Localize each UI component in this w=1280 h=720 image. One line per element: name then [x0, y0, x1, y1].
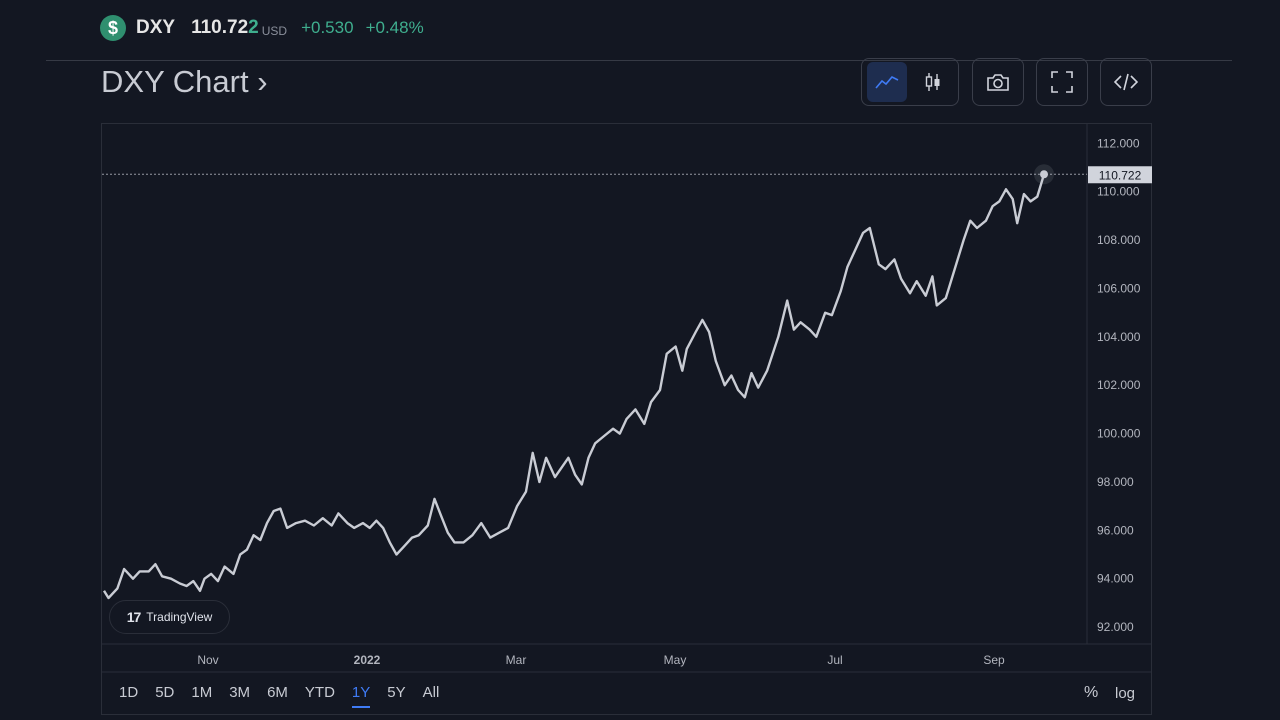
y-tick-label: 112.000 [1097, 136, 1140, 150]
range-1m[interactable]: 1M [191, 684, 212, 705]
log-scale-toggle[interactable]: log [1115, 685, 1135, 702]
y-tick-label: 106.000 [1097, 281, 1141, 295]
y-tick-label: 94.000 [1097, 572, 1134, 586]
range-5y[interactable]: 5Y [387, 684, 405, 705]
y-tick-label: 108.000 [1097, 233, 1141, 247]
range-1d[interactable]: 1D [119, 684, 138, 705]
last-point-marker [1040, 170, 1048, 179]
tradingview-label: TradingView [146, 610, 213, 624]
x-tick-label: Mar [506, 653, 527, 667]
x-tick-label: Nov [197, 653, 218, 667]
tradingview-logo-icon: 17 [126, 609, 142, 625]
x-tick-label: Jul [827, 653, 842, 667]
y-tick-label: 92.000 [1097, 620, 1134, 634]
y-tick-label: 96.000 [1097, 523, 1134, 537]
y-tick-label: 98.000 [1097, 475, 1134, 489]
x-tick-label: 2022 [354, 653, 381, 667]
range-selector: 1D 5D 1M 3M 6M YTD 1Y 5Y All [119, 684, 456, 708]
y-tick-label: 104.000 [1097, 330, 1141, 344]
range-ytd[interactable]: YTD [305, 684, 335, 705]
range-1y[interactable]: 1Y [351, 684, 371, 708]
y-tick-label: 100.000 [1097, 427, 1141, 441]
range-3m[interactable]: 3M [229, 684, 250, 705]
price-series-line [102, 173, 1046, 600]
range-6m[interactable]: 6M [267, 684, 288, 705]
last-price-label: 110.722 [1099, 168, 1142, 182]
x-tick-label: Sep [983, 653, 1005, 667]
percent-scale-toggle[interactable]: % [1084, 684, 1098, 702]
tradingview-badge[interactable]: 17 TradingView [109, 600, 230, 634]
range-all[interactable]: All [423, 684, 440, 705]
x-tick-label: May [664, 653, 687, 667]
y-tick-label: 110.000 [1097, 185, 1140, 199]
y-tick-label: 102.000 [1097, 378, 1141, 392]
range-5d[interactable]: 5D [155, 684, 174, 705]
